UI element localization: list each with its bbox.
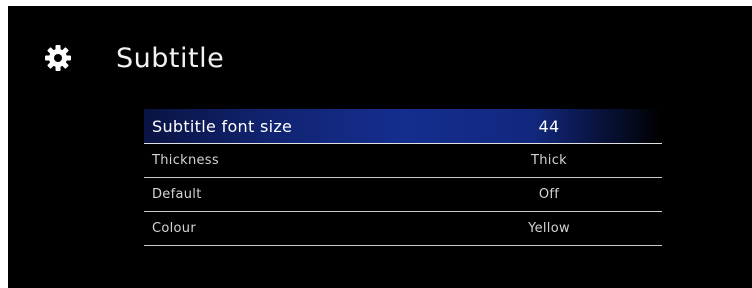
- setting-label: Thickness: [152, 153, 219, 168]
- settings-list: Subtitle font size 44 Thickness Thick De…: [144, 109, 662, 246]
- setting-label: Subtitle font size: [152, 116, 293, 136]
- page-title: Subtitle: [116, 42, 225, 74]
- setting-value: Off: [538, 187, 560, 202]
- setting-row-colour[interactable]: Colour Yellow: [144, 212, 662, 246]
- setting-row-thickness[interactable]: Thickness Thick: [144, 144, 662, 178]
- setting-row-subtitle-font-size[interactable]: Subtitle font size 44: [144, 109, 662, 144]
- setting-value: Thick: [531, 153, 567, 168]
- setting-value: Yellow: [528, 221, 570, 236]
- setting-row-default[interactable]: Default Off: [144, 178, 662, 212]
- header: Subtitle: [38, 38, 224, 78]
- settings-screen: Subtitle Subtitle font size 44 Thickness…: [8, 6, 752, 288]
- setting-label: Default: [152, 187, 202, 202]
- setting-value: 44: [538, 116, 560, 136]
- setting-label: Colour: [152, 221, 196, 236]
- gear-icon: [38, 38, 78, 78]
